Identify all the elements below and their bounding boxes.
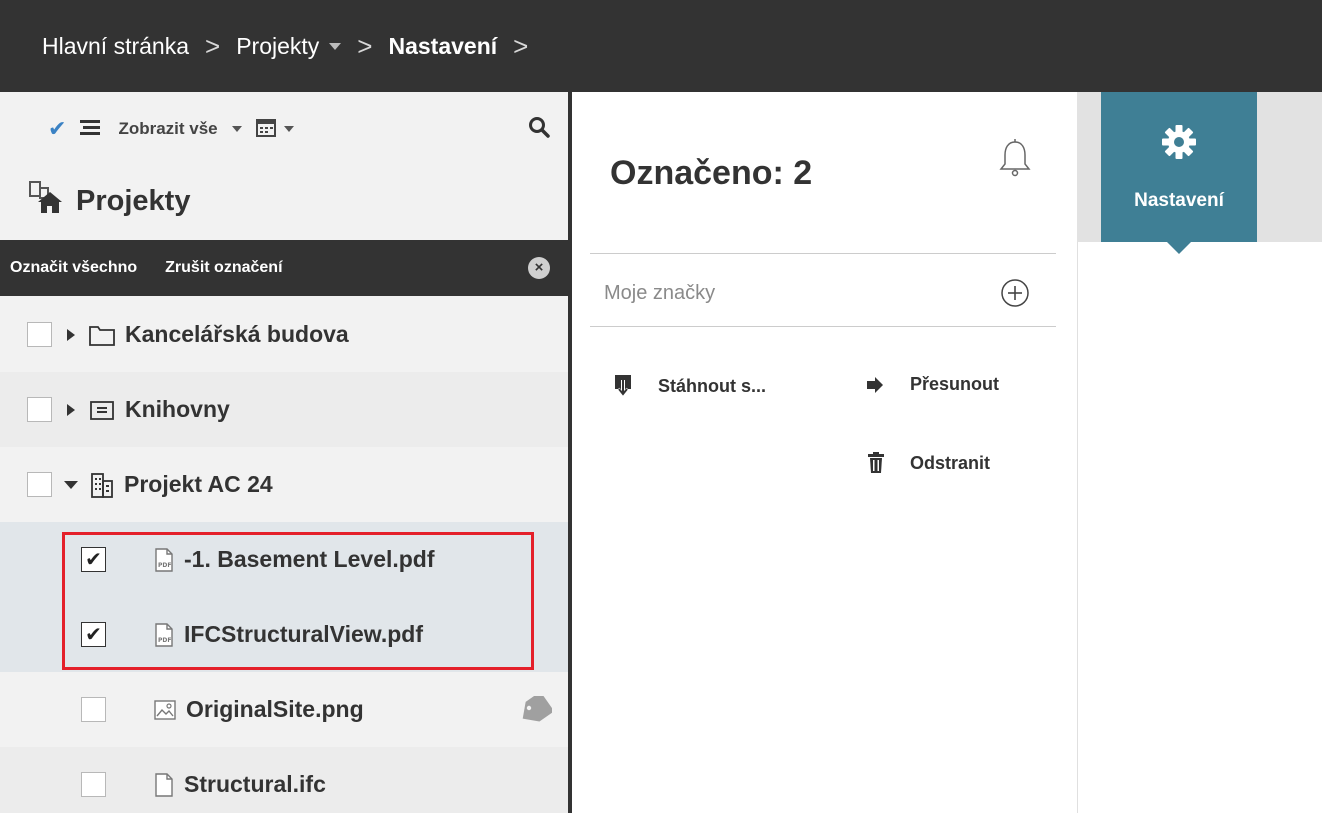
tree-item-label: OriginalSite.png	[186, 696, 364, 722]
pdf-file-icon: PDF	[154, 547, 174, 572]
breadcrumb-separator: >	[205, 30, 221, 61]
building-icon	[90, 472, 114, 498]
tree-row[interactable]: Structural.ifc	[0, 747, 568, 813]
tree-item-label: IFCStructuralView.pdf	[184, 621, 423, 647]
arrow-right-icon	[867, 376, 883, 393]
selected-count-title: Označeno: 2	[610, 154, 813, 192]
breadcrumb-home[interactable]: Hlavní stránka	[42, 33, 189, 60]
projects-icon	[28, 180, 76, 222]
chevron-down-icon[interactable]	[329, 42, 342, 50]
download-button[interactable]: Stáhnout s...	[614, 374, 766, 398]
tree-row[interactable]: ✔ PDF IFCStructuralView.pdf	[0, 597, 568, 672]
divider	[590, 326, 1056, 327]
pdf-file-icon: PDF	[154, 622, 174, 647]
check-icon[interactable]: ✔	[48, 116, 66, 142]
download-label: Stáhnout s...	[658, 375, 766, 396]
tab-pointer	[1167, 242, 1191, 254]
chevron-down-icon[interactable]	[64, 480, 78, 489]
folder-icon	[89, 324, 115, 346]
tree-item-label: Structural.ifc	[184, 771, 326, 797]
chevron-right-icon[interactable]	[67, 328, 75, 341]
tree-row[interactable]: Kancelářská budova	[0, 297, 568, 372]
svg-text:PDF: PDF	[158, 562, 171, 569]
divider	[590, 253, 1056, 254]
image-file-icon	[154, 699, 176, 720]
move-button[interactable]: Přesunout	[866, 374, 999, 395]
list-icon[interactable]	[80, 119, 101, 140]
row-checkbox[interactable]: ✔	[81, 547, 106, 572]
bell-icon[interactable]	[998, 138, 1032, 185]
chevron-down-icon[interactable]	[283, 126, 294, 132]
svg-text:PDF: PDF	[158, 637, 171, 644]
delete-button[interactable]: Odstranit	[868, 452, 990, 474]
breadcrumb-projects[interactable]: Projekty	[236, 33, 319, 60]
breadcrumb-separator: >	[513, 30, 529, 61]
download-icon	[615, 375, 631, 398]
delete-label: Odstranit	[910, 452, 991, 473]
project-navigator: ✔ Zobrazit vše Projekty Označit všechno …	[0, 92, 568, 813]
row-checkbox[interactable]	[27, 397, 52, 422]
tab-settings[interactable]: Nastavení	[1101, 92, 1257, 254]
gear-icon	[1161, 124, 1197, 166]
tree-row[interactable]: Knihovny	[0, 372, 568, 447]
chevron-right-icon[interactable]	[67, 403, 75, 416]
row-checkbox[interactable]	[81, 697, 106, 722]
tree-item-label: Kancelářská budova	[125, 321, 349, 347]
search-icon[interactable]	[528, 116, 550, 143]
move-label: Přesunout	[910, 374, 1000, 394]
navigator-toolbar: ✔ Zobrazit vše	[0, 92, 568, 166]
tab-settings-label: Nastavení	[1134, 190, 1224, 211]
filter-dropdown[interactable]: Zobrazit vše	[118, 119, 217, 139]
tag-icon[interactable]	[518, 691, 555, 730]
details-panel: Označeno: 2 Moje značky Stáhnout s... Př…	[572, 92, 1076, 813]
trash-icon	[868, 452, 884, 473]
row-checkbox[interactable]	[81, 772, 106, 797]
row-checkbox[interactable]	[27, 322, 52, 347]
breadcrumb-separator: >	[357, 30, 373, 61]
tree-row[interactable]: Projekt AC 24	[0, 447, 568, 522]
breadcrumb-bar: Hlavní stránka > Projekty > Nastavení >	[0, 0, 1322, 92]
tree-row[interactable]: OriginalSite.png	[0, 672, 568, 747]
tree-item-label: -1. Basement Level.pdf	[184, 546, 435, 572]
projects-title: Projekty	[76, 184, 191, 217]
page-title: Projekty	[0, 166, 568, 236]
tree-row[interactable]: ✔ PDF -1. Basement Level.pdf	[0, 522, 568, 597]
row-checkbox[interactable]	[27, 472, 52, 497]
chevron-down-icon[interactable]	[231, 126, 242, 132]
add-tag-icon[interactable]	[1000, 278, 1030, 313]
breadcrumb-settings[interactable]: Nastavení	[388, 33, 497, 60]
file-icon	[154, 772, 174, 797]
library-icon	[89, 399, 115, 421]
close-icon[interactable]: ×	[528, 257, 550, 279]
calendar-icon[interactable]	[255, 117, 276, 142]
row-checkbox[interactable]: ✔	[81, 622, 106, 647]
tree-item-label: Knihovny	[125, 396, 230, 422]
tree-item-label: Projekt AC 24	[124, 471, 273, 497]
my-tags-label: Moje značky	[604, 282, 716, 304]
selection-bar: Označit všechno Zrušit označení ×	[0, 240, 568, 296]
select-all-button[interactable]: Označit všechno	[10, 259, 137, 277]
deselect-button[interactable]: Zrušit označení	[165, 259, 282, 277]
